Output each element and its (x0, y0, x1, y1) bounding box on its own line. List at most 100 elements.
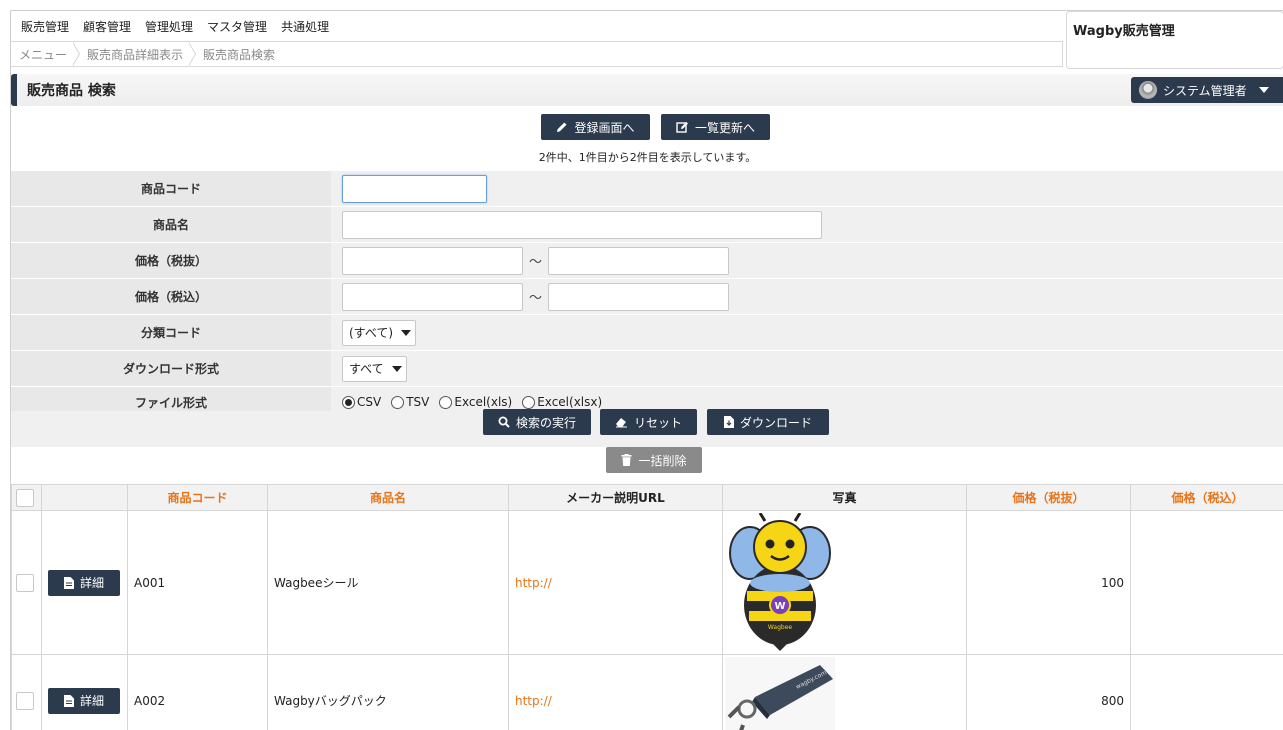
row-checkbox[interactable] (16, 691, 34, 710)
svg-text:W: W (774, 601, 785, 612)
header-product-name[interactable]: 商品名 (267, 484, 509, 511)
category-select[interactable]: (すべて) (342, 319, 417, 346)
header-photo: 写真 (722, 484, 967, 511)
register-label: 登録画面へ (574, 120, 635, 135)
radio-icon (342, 395, 355, 409)
menu-master[interactable]: マスタ管理 (207, 18, 267, 35)
app-frame: 販売管理 顧客管理 管理処理 マスタ管理 共通処理 Wagby販売管理 メニュー… (10, 10, 1283, 730)
reset-button[interactable]: リセット (600, 409, 697, 435)
header-product-code[interactable]: 商品コード (127, 484, 268, 511)
search-icon (498, 416, 510, 428)
user-avatar-icon (1139, 81, 1157, 99)
row-checkbox-cell (11, 654, 42, 730)
file-format-tsv-label: TSV (406, 395, 430, 409)
form-row-code: 商品コード (11, 171, 1283, 207)
file-format-csv[interactable]: CSV (342, 395, 381, 409)
breadcrumb-separator (72, 42, 81, 66)
detail-label: 詳細 (79, 576, 104, 590)
price-ex-from-input[interactable] (342, 246, 523, 275)
bulk-update-button[interactable]: 一覧更新へ (661, 114, 770, 140)
download-format-label: ダウンロード形式 (11, 351, 331, 386)
user-menu-button[interactable]: システム管理者 (1131, 77, 1283, 103)
breadcrumb: メニュー 販売商品詳細表示 販売商品検索 (11, 41, 1063, 67)
detail-button[interactable]: 詳細 (48, 569, 120, 596)
cell-maker-url[interactable]: http:// (508, 510, 723, 655)
category-label: 分類コード (11, 315, 331, 350)
cell-maker-url[interactable]: http:// (508, 654, 723, 730)
form-row-name: 商品名 (11, 207, 1283, 243)
breadcrumb-separator (188, 42, 197, 66)
file-format-xls[interactable]: Excel(xls) (439, 395, 512, 409)
file-format-xlsx-label: Excel(xlsx) (537, 395, 603, 409)
header-price-ex[interactable]: 価格（税抜） (966, 484, 1131, 511)
category-select-value: (すべて) (349, 326, 394, 340)
bulk-update-label: 一覧更新へ (694, 120, 755, 135)
search-button[interactable]: 検索の実行 (483, 409, 591, 435)
price-in-label: 価格（税込） (11, 279, 331, 314)
row-action-cell: 詳細 (41, 654, 128, 730)
range-tilde: ～ (529, 255, 543, 270)
download-button[interactable]: ダウンロード (707, 409, 829, 435)
product-code-label: 商品コード (11, 171, 331, 206)
breadcrumb-menu[interactable]: メニュー (19, 46, 67, 63)
price-in-from-input[interactable] (342, 282, 523, 311)
breadcrumb-product-detail[interactable]: 販売商品詳細表示 (87, 46, 183, 63)
radio-icon (522, 395, 536, 409)
cell-photo: W Wagbee (722, 510, 967, 655)
register-button[interactable]: 登録画面へ (541, 114, 650, 140)
form-row-price-ex: 価格（税抜） ～ (11, 243, 1283, 279)
menu-admin[interactable]: 管理処理 (145, 18, 193, 35)
select-all-cell (11, 484, 42, 511)
product-name-label: 商品名 (11, 207, 331, 242)
edit-icon (676, 121, 689, 133)
file-format-xlsx[interactable]: Excel(xlsx) (522, 395, 602, 409)
cell-price-ex: 100 (966, 510, 1131, 655)
user-name: システム管理者 (1163, 83, 1247, 98)
document-icon (63, 694, 74, 707)
row-action-cell: 詳細 (41, 510, 128, 655)
cell-photo: wagby.com (722, 654, 967, 730)
table-row: 詳細 A002 Wagbyバッグパック http:// wagby.com 80… (11, 654, 1283, 730)
trash-icon (621, 454, 632, 466)
cell-price-in (1130, 654, 1283, 730)
row-checkbox[interactable] (16, 573, 34, 592)
select-all-checkbox[interactable] (16, 488, 34, 507)
svg-text:Wagbee: Wagbee (768, 624, 793, 631)
cell-price-in (1130, 510, 1283, 655)
download-format-select-value: すべて (349, 362, 384, 376)
product-name-input[interactable] (342, 210, 822, 239)
product-code-input[interactable] (342, 174, 487, 203)
menu-common[interactable]: 共通処理 (281, 18, 329, 35)
price-in-to-input[interactable] (548, 282, 730, 311)
cell-product-name: Wagbeeシール (267, 510, 509, 655)
form-row-category: 分類コード (すべて) (11, 315, 1283, 351)
file-format-tsv[interactable]: TSV (391, 395, 429, 409)
range-tilde: ～ (529, 291, 543, 306)
file-format-csv-label: CSV (357, 395, 382, 409)
cell-product-code: A001 (127, 510, 268, 655)
document-icon (63, 576, 74, 589)
file-download-icon (723, 416, 734, 428)
price-ex-label: 価格（税抜） (11, 243, 331, 278)
bulk-delete-button[interactable]: 一括削除 (606, 447, 702, 473)
search-label: 検索の実行 (515, 415, 576, 430)
form-row-price-in: 価格（税込） ～ (11, 279, 1283, 315)
menu-customers[interactable]: 顧客管理 (83, 18, 131, 35)
download-format-select[interactable]: すべて (342, 355, 407, 382)
radio-icon (391, 395, 405, 409)
cell-product-name: Wagbyバッグパック (267, 654, 509, 730)
usb-backpack-image[interactable]: wagby.com (725, 657, 835, 730)
menu-sales[interactable]: 販売管理 (21, 18, 69, 35)
detail-label: 詳細 (79, 694, 104, 708)
bee-sticker-image[interactable]: W Wagbee (725, 512, 835, 651)
chevron-down-icon (391, 365, 402, 372)
eraser-icon (615, 416, 628, 428)
price-ex-to-input[interactable] (548, 246, 730, 275)
pencil-icon (556, 121, 568, 133)
results-table: 商品コード 商品名 メーカー説明URL 写真 価格（税抜） 価格（税込） 詳細 (11, 484, 1283, 730)
header-price-in[interactable]: 価格（税込） (1130, 484, 1283, 511)
result-count: 2件中、1件目から2件目を表示しています。 (538, 151, 757, 164)
detail-button[interactable]: 詳細 (48, 687, 120, 714)
brand-title: Wagby販売管理 (1066, 11, 1283, 69)
download-label: ダウンロード (739, 415, 812, 430)
